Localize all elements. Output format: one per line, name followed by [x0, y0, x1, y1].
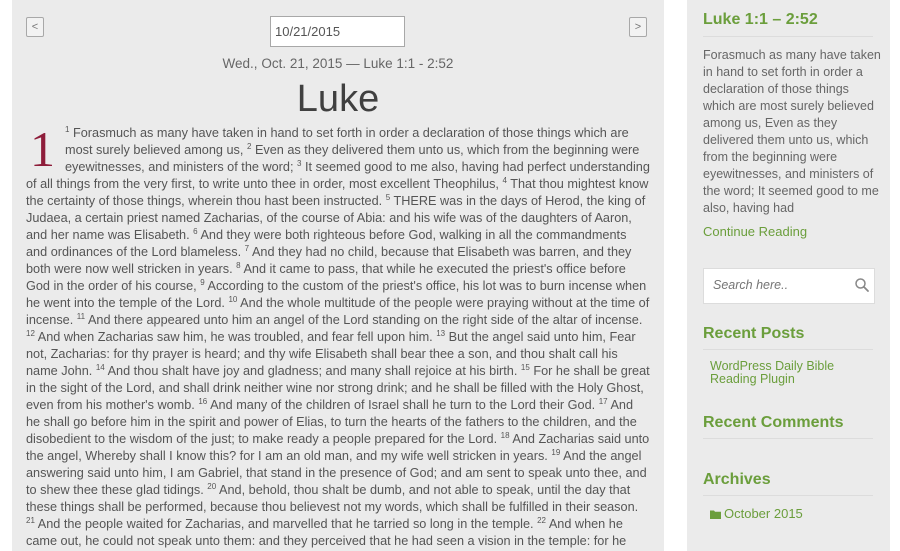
next-day-button[interactable]: > — [629, 17, 647, 37]
verse-number: 3 — [297, 158, 302, 168]
verse-number: 21 — [26, 515, 35, 525]
verse: 12 And when Zacharias saw him, he was tr… — [26, 328, 436, 344]
verse-number: 7 — [244, 243, 250, 253]
divider — [703, 36, 873, 37]
scripture-text: 1 1 Forasmuch as many have taken in hand… — [26, 121, 650, 551]
sidebar: Luke 1:1 – 2:52 Forasmuch as many have t… — [687, 0, 890, 551]
verse-number: 18 — [500, 430, 510, 440]
verse-number: 17 — [598, 396, 608, 406]
verse-number: 16 — [198, 396, 208, 406]
verse-number: 1 — [65, 124, 70, 134]
recent-comments-heading: Recent Comments — [703, 414, 844, 431]
verse: 16 And many of the children of Israel sh… — [198, 396, 598, 412]
archive-link[interactable]: October 2015 — [710, 506, 803, 521]
verse-list: 1 Forasmuch as many have taken in hand t… — [26, 124, 650, 551]
verse-number: 8 — [236, 260, 241, 270]
divider — [703, 349, 873, 350]
verse-text: And there appeared unto him an angel of … — [87, 313, 643, 327]
verse: 14 And thou shalt have joy and gladness;… — [95, 362, 521, 378]
search-input[interactable] — [711, 277, 855, 293]
search-icon[interactable] — [854, 277, 870, 293]
archives-heading: Archives — [703, 471, 771, 488]
verse-number: 11 — [76, 311, 86, 321]
previous-day-button[interactable]: < — [26, 17, 44, 37]
book-title: Luke — [296, 78, 380, 120]
divider — [703, 495, 873, 496]
recent-posts-heading: Recent Posts — [703, 325, 805, 342]
verse-number: 10 — [228, 294, 238, 304]
verse-number: 13 — [436, 328, 446, 338]
excerpt-title[interactable]: Luke 1:1 – 2:52 — [703, 11, 818, 29]
date-input[interactable] — [270, 16, 405, 47]
excerpt-text: Forasmuch as many have taken in hand to … — [703, 48, 881, 215]
verse-number: 22 — [537, 515, 546, 525]
recent-post-link[interactable]: WordPress Daily Bible Reading Plugin — [710, 360, 860, 386]
verse-text: And the people waited for Zacharias, and… — [37, 517, 534, 531]
verse-number: 19 — [551, 447, 561, 457]
verse-text: And when Zacharias saw him, he was troub… — [37, 330, 433, 344]
reading-panel: < > Wed., Oct. 21, 2015 — Luke 1:1 - 2:5… — [12, 0, 664, 551]
verse: 11 And there appeared unto him an angel … — [76, 311, 643, 327]
verse-number: 12 — [26, 328, 35, 338]
verse-number: 5 — [385, 192, 391, 202]
verse-number: 14 — [95, 362, 105, 372]
chapter-number: 1 — [30, 121, 55, 177]
verse-number: 9 — [200, 277, 205, 287]
verse-text: And thou shalt have joy and gladness; an… — [107, 364, 518, 378]
verse: 21 And the people waited for Zacharias, … — [26, 515, 537, 531]
verse-number: 4 — [502, 175, 507, 185]
continue-reading-link[interactable]: Continue Reading — [703, 224, 807, 239]
verse-number: 2 — [246, 141, 252, 151]
verse-number: 6 — [193, 226, 198, 236]
verse-text: And many of the children of Israel shall… — [210, 398, 596, 412]
archive-label: October 2015 — [724, 506, 803, 521]
divider — [703, 438, 873, 439]
verse-number: 20 — [207, 481, 217, 491]
reading-subtitle: Wed., Oct. 21, 2015 — Luke 1:1 - 2:52 — [222, 56, 454, 71]
search-box — [703, 268, 875, 304]
verse-number: 15 — [520, 362, 530, 372]
folder-icon — [710, 510, 721, 519]
